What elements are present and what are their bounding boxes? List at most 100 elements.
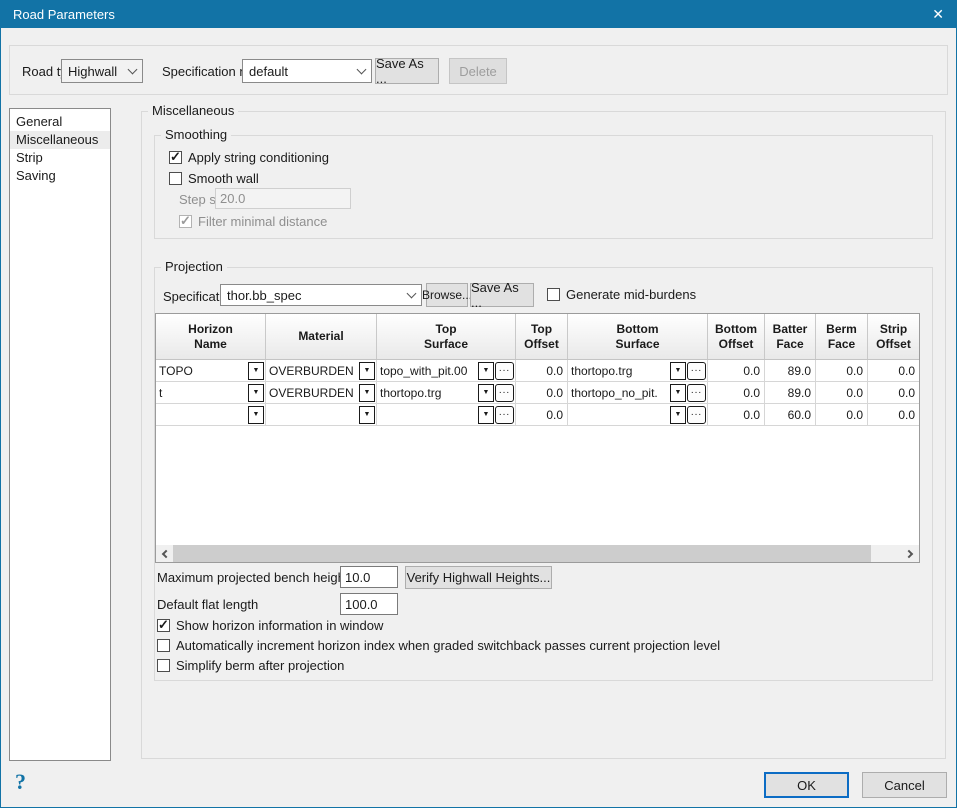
auto-increment-label: Automatically increment horizon index wh… [176,638,720,653]
bottom-offset-cell[interactable]: 0.0 [708,360,765,381]
horizon-table-header: HorizonName Material TopSurface TopOffse… [156,314,919,360]
flat-length-input[interactable]: 100.0 [340,593,398,615]
bottom-surface-cell[interactable]: thortopo_no_pit.▼... [568,382,708,403]
show-horizon-row: Show horizon information in window [157,618,383,633]
simplify-berm-label: Simplify berm after projection [176,658,344,673]
browse-ellipsis-button[interactable]: ... [687,384,706,402]
chevron-down-icon [128,64,138,74]
header-material: Material [266,314,377,359]
title-bar: Road Parameters ✕ [1,1,956,28]
strip-offset-cell[interactable]: 0.0 [868,404,919,425]
flat-length-label: Default flat length [157,597,258,612]
berm-face-cell[interactable]: 0.0 [816,382,868,403]
road-type-combobox[interactable]: Highwall [61,59,143,83]
sidebar-item-general[interactable]: General [10,113,110,131]
material-cell[interactable]: OVERBURDEN▼ [266,360,377,381]
filter-minimal-distance-checkbox[interactable] [179,215,192,228]
dropdown-icon[interactable]: ▼ [248,362,264,380]
browse-ellipsis-button[interactable]: ... [687,362,706,380]
dropdown-icon[interactable]: ▼ [478,384,494,402]
ok-button[interactable]: OK [764,772,849,798]
road-parameters-dialog: Road Parameters ✕ Road type Highwall Spe… [0,0,957,808]
show-horizon-checkbox[interactable] [157,619,170,632]
dropdown-icon[interactable]: ▼ [359,384,375,402]
apply-string-conditioning-label: Apply string conditioning [188,150,329,165]
top-offset-cell[interactable]: 0.0 [516,382,568,403]
browse-ellipsis-button[interactable]: ... [495,384,514,402]
material-cell[interactable]: ▼ [266,404,377,425]
delete-button[interactable]: Delete [449,58,507,84]
header-bottom-offset: BottomOffset [708,314,765,359]
spec-name-combobox[interactable]: default [242,59,372,83]
help-icon[interactable]: ? [15,769,26,795]
bottom-offset-cell[interactable]: 0.0 [708,382,765,403]
berm-face-cell[interactable]: 0.0 [816,404,868,425]
step-size-input[interactable]: 20.0 [215,188,351,209]
dropdown-icon[interactable]: ▼ [670,384,686,402]
dropdown-icon[interactable]: ▼ [359,406,375,424]
bottom-surface-cell[interactable]: thortopo.trg▼... [568,360,708,381]
bottom-surface-cell[interactable]: ▼... [568,404,708,425]
header-berm-face: BermFace [816,314,868,359]
scroll-left-icon[interactable] [156,545,173,562]
sidebar-item-saving[interactable]: Saving [10,167,110,185]
horizon-table: HorizonName Material TopSurface TopOffse… [155,313,920,563]
max-bench-value: 10.0 [345,570,370,585]
generate-midburdens-label: Generate mid-burdens [566,287,696,302]
max-bench-input[interactable]: 10.0 [340,566,398,588]
smooth-wall-row: Smooth wall [169,171,259,186]
dropdown-icon[interactable]: ▼ [670,362,686,380]
smoothing-group-label: Smoothing [161,127,231,143]
dropdown-icon[interactable]: ▼ [478,406,494,424]
smooth-wall-checkbox[interactable] [169,172,182,185]
top-surface-cell[interactable]: ▼... [377,404,516,425]
browse-button[interactable]: Browse... [426,283,468,307]
top-offset-cell[interactable]: 0.0 [516,360,568,381]
browse-ellipsis-button[interactable]: ... [687,406,706,424]
batter-face-cell[interactable]: 89.0 [765,382,816,403]
top-surface-cell[interactable]: topo_with_pit.00▼... [377,360,516,381]
batter-face-cell[interactable]: 89.0 [765,360,816,381]
horizon-name-cell[interactable]: TOPO▼ [156,360,266,381]
strip-offset-cell[interactable]: 0.0 [868,360,919,381]
strip-offset-cell[interactable]: 0.0 [868,382,919,403]
generate-midburdens-row: Generate mid-burdens [547,287,696,302]
cancel-button[interactable]: Cancel [862,772,947,798]
sidebar-item-strip[interactable]: Strip [10,149,110,167]
projection-save-as-button[interactable]: Save As ... [470,283,534,307]
top-surface-cell[interactable]: thortopo.trg▼... [377,382,516,403]
dropdown-icon[interactable]: ▼ [359,362,375,380]
material-cell[interactable]: OVERBURDEN▼ [266,382,377,403]
bottom-offset-cell[interactable]: 0.0 [708,404,765,425]
close-icon[interactable]: ✕ [932,6,944,23]
sidebar-item-miscellaneous[interactable]: Miscellaneous [10,131,110,149]
save-as-button[interactable]: Save As ... [375,58,439,84]
generate-midburdens-checkbox[interactable] [547,288,560,301]
show-horizon-label: Show horizon information in window [176,618,383,633]
filter-minimal-distance-row: Filter minimal distance [179,214,327,229]
berm-face-cell[interactable]: 0.0 [816,360,868,381]
batter-face-cell[interactable]: 60.0 [765,404,816,425]
top-offset-cell[interactable]: 0.0 [516,404,568,425]
header-top-surface: TopSurface [377,314,516,359]
apply-string-conditioning-row: Apply string conditioning [169,150,329,165]
horizon-name-cell[interactable]: t▼ [156,382,266,403]
scroll-right-icon[interactable] [902,545,919,562]
dropdown-icon[interactable]: ▼ [478,362,494,380]
dropdown-icon[interactable]: ▼ [248,406,264,424]
verify-highwall-heights-button[interactable]: Verify Highwall Heights... [405,566,552,589]
horizontal-scrollbar[interactable] [156,545,919,562]
dropdown-icon[interactable]: ▼ [248,384,264,402]
header-horizon-name: HorizonName [156,314,266,359]
auto-increment-checkbox[interactable] [157,639,170,652]
simplify-berm-checkbox[interactable] [157,659,170,672]
browse-ellipsis-button[interactable]: ... [495,362,514,380]
scrollbar-thumb[interactable] [173,545,871,562]
table-empty-area [156,426,919,545]
spec-file-combobox[interactable]: thor.bb_spec [220,284,422,306]
dropdown-icon[interactable]: ▼ [670,406,686,424]
apply-string-conditioning-checkbox[interactable] [169,151,182,164]
horizon-name-cell[interactable]: ▼ [156,404,266,425]
table-row: TOPO▼ OVERBURDEN▼ topo_with_pit.00▼... 0… [156,360,919,382]
browse-ellipsis-button[interactable]: ... [495,406,514,424]
